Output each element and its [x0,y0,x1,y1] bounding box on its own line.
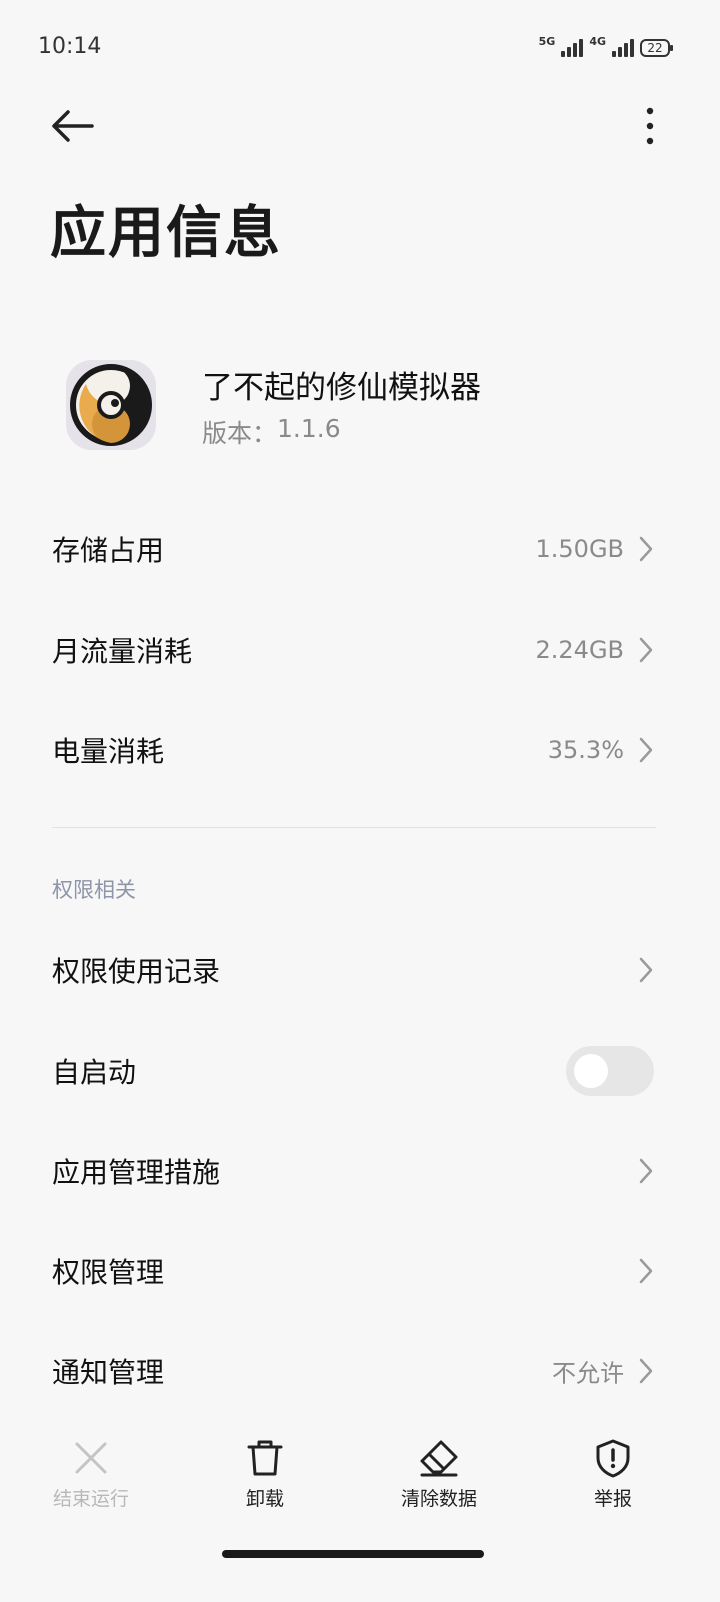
report-button[interactable]: 举报 [543,1428,683,1528]
storage-usage-label: 存储占用 [52,534,165,567]
clear-data-button[interactable]: 清除数据 [369,1428,509,1528]
chevron-right-icon [639,957,653,983]
home-indicator[interactable] [222,1550,484,1558]
status-bar: 10:14 5G 4G 22 [0,0,720,96]
signal-icon-2 [612,37,634,57]
uninstall-label: 卸载 [245,1488,284,1510]
autostart-toggle[interactable] [566,1046,654,1096]
permission-record-label: 权限使用记录 [52,955,221,988]
chevron-right-icon [639,737,653,763]
close-icon [75,1442,107,1474]
eraser-icon [420,1440,458,1477]
battery-icon: 22 [640,39,673,57]
notification-management-label: 通知管理 [52,1356,165,1389]
report-label: 举报 [593,1488,632,1510]
yin-yang-swirl-icon [66,360,156,450]
data-usage-row[interactable]: 月流量消耗 2.24GB [0,600,720,700]
force-stop-button[interactable]: 结束运行 [21,1428,161,1528]
permission-management-row[interactable]: 权限管理 [0,1221,720,1321]
status-icons: 5G 4G 22 [538,35,673,57]
uninstall-button[interactable]: 卸载 [195,1428,335,1528]
shield-alert-icon [596,1439,630,1478]
data-usage-label: 月流量消耗 [52,635,193,668]
notification-management-value: 不允许 [552,1359,624,1388]
autostart-row: 自启动 [0,1021,720,1121]
app-management-measures-label: 应用管理措施 [52,1156,221,1189]
more-vertical-icon [646,107,654,145]
trash-icon [247,1440,283,1476]
status-time: 10:14 [38,34,102,59]
back-button[interactable] [46,104,98,148]
chevron-right-icon [639,1158,653,1184]
app-management-measures-row[interactable]: 应用管理措施 [0,1121,720,1221]
notification-management-row[interactable]: 通知管理 不允许 [0,1321,720,1421]
storage-usage-value: 1.50GB [535,535,625,563]
chevron-right-icon [639,637,653,663]
app-version: 版本： 1.1.6 [202,414,341,450]
chevron-right-icon [639,1258,653,1284]
battery-usage-row[interactable]: 电量消耗 35.3% [0,700,720,800]
app-info-screen: 10:14 5G 4G 22 应用信息 了不起的修仙模拟器 版本： 1.1.6 … [0,0,720,1602]
section-divider [52,827,656,828]
toggle-knob [574,1054,608,1088]
battery-usage-value: 35.3% [547,736,624,764]
network-type-label: 5G [538,35,556,48]
permission-record-row[interactable]: 权限使用记录 [0,920,720,1020]
battery-usage-label: 电量消耗 [52,735,165,768]
permissions-section-title: 权限相关 [52,878,136,902]
app-icon [66,360,156,450]
force-stop-label: 结束运行 [52,1488,129,1510]
app-version-number: 1.1.6 [277,414,341,443]
app-name: 了不起的修仙模拟器 [202,370,481,406]
arrow-left-icon [52,110,94,142]
permission-management-label: 权限管理 [52,1256,165,1289]
page-title: 应用信息 [50,201,282,266]
bottom-action-bar: 结束运行 卸载 清除数据 举报 [0,1428,720,1528]
chevron-right-icon [639,1358,653,1384]
data-usage-value: 2.24GB [535,636,625,664]
signal-icon [561,37,584,57]
autostart-label: 自启动 [52,1056,137,1089]
chevron-right-icon [639,536,653,562]
app-version-label: 版本： [202,419,278,448]
network-type-label-2: 4G [589,35,606,48]
storage-usage-row[interactable]: 存储占用 1.50GB [0,499,720,599]
more-options-button[interactable] [640,106,660,146]
clear-data-label: 清除数据 [400,1488,477,1510]
